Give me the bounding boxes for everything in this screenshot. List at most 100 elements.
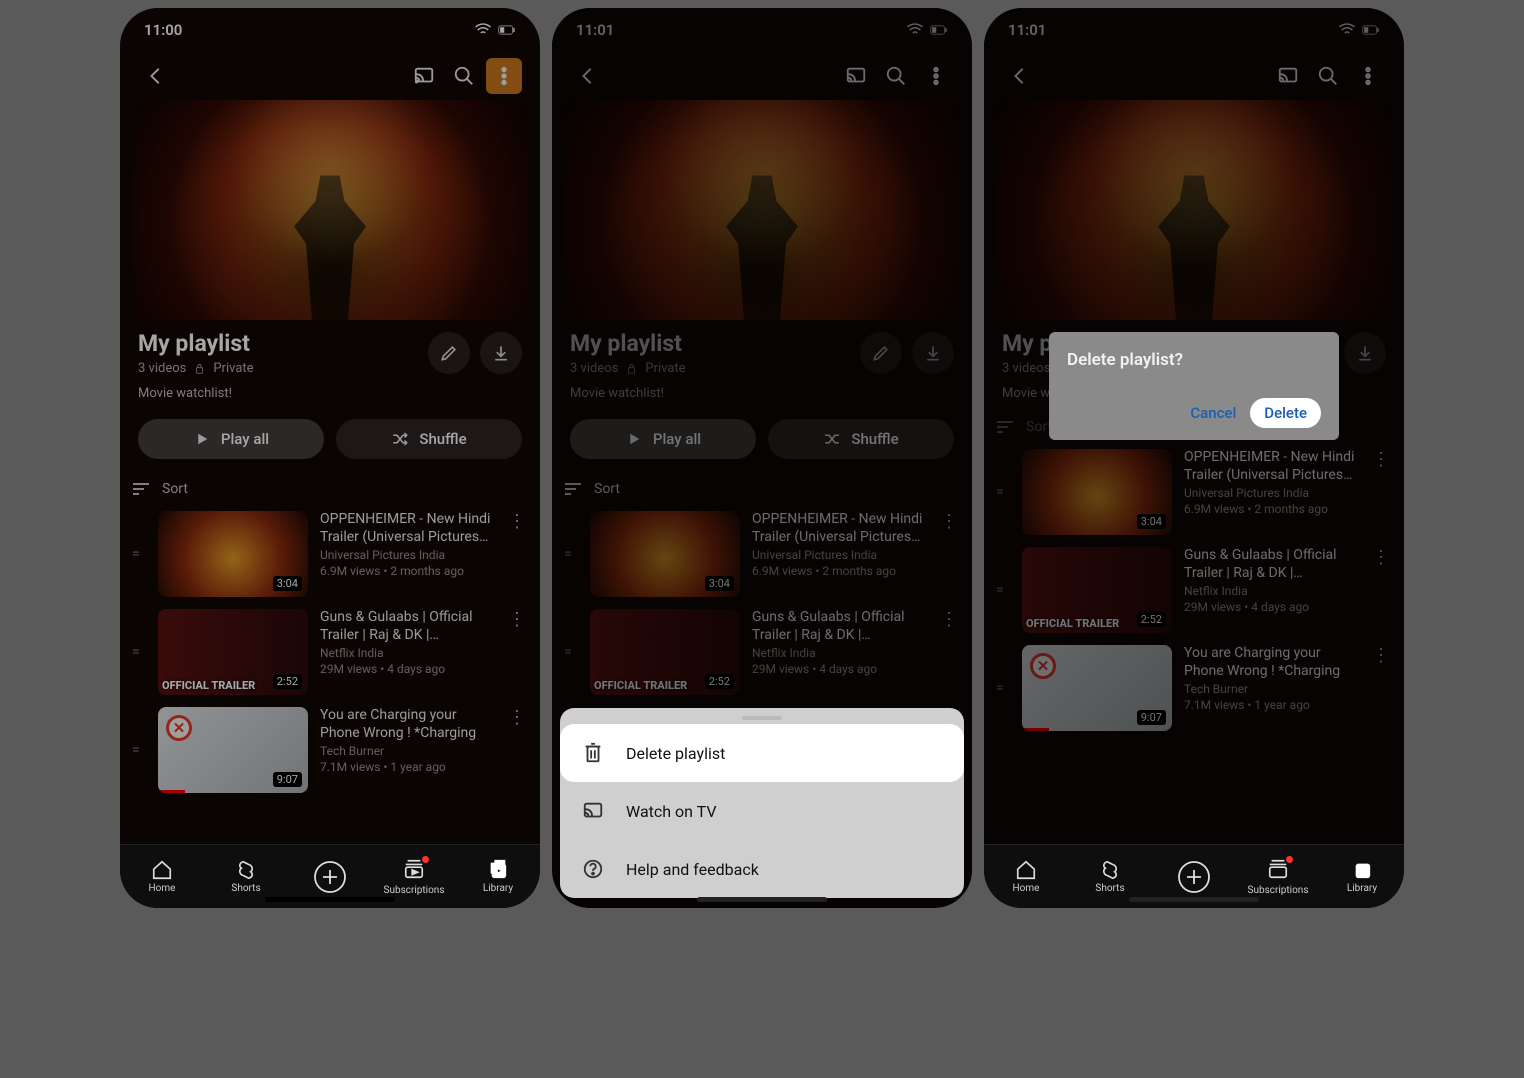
- cast-button[interactable]: [838, 58, 874, 94]
- library-icon: [1351, 859, 1373, 881]
- sort-icon: [564, 482, 582, 496]
- status-time: 11:01: [1008, 21, 1046, 39]
- search-button[interactable]: [446, 58, 482, 94]
- video-more-button[interactable]: ⋮: [938, 609, 960, 630]
- battery-icon: [930, 23, 948, 37]
- playlist-title: My playlist: [138, 330, 254, 357]
- sheet-help-feedback[interactable]: Help and feedback: [560, 840, 964, 898]
- list-item[interactable]: = OFFICIAL TRAILER2:52 Guns & Gulaabs | …: [988, 541, 1400, 639]
- download-icon: [923, 343, 943, 363]
- video-stats: 7.1M views • 1 year ago: [320, 760, 494, 774]
- video-channel: Universal Pictures India: [1184, 486, 1358, 500]
- sort-button[interactable]: Sort: [120, 473, 540, 505]
- video-more-button[interactable]: ⋮: [1370, 645, 1392, 666]
- more-vert-icon: [925, 65, 947, 87]
- drag-handle-icon[interactable]: =: [132, 747, 146, 753]
- more-button[interactable]: [1350, 58, 1386, 94]
- nav-library[interactable]: Library: [1320, 845, 1404, 908]
- search-button[interactable]: [1310, 58, 1346, 94]
- edit-button[interactable]: [428, 332, 470, 374]
- video-list: = 3:04 OPPENHEIMER - New Hindi Trailer (…: [984, 443, 1404, 737]
- shuffle-label: Shuffle: [851, 430, 898, 448]
- list-item[interactable]: = 3:04 OPPENHEIMER - New Hindi Trailer (…: [988, 443, 1400, 541]
- more-button[interactable]: [486, 58, 522, 94]
- sheet-watch-on-tv[interactable]: Watch on TV: [560, 782, 964, 840]
- sheet-item-label: Watch on TV: [626, 802, 717, 821]
- video-title: Guns & Gulaabs | Official Trailer | Raj …: [320, 609, 494, 644]
- nav-home[interactable]: Home: [984, 845, 1068, 908]
- sort-button[interactable]: Sort: [552, 473, 972, 505]
- sheet-handle[interactable]: [742, 716, 782, 720]
- shuffle-button[interactable]: Shuffle: [336, 419, 522, 459]
- drag-handle-icon[interactable]: =: [564, 649, 578, 655]
- drag-handle-icon[interactable]: =: [996, 587, 1010, 593]
- download-button[interactable]: [1344, 332, 1386, 374]
- video-thumbnail[interactable]: ✕ 9:07: [158, 707, 308, 793]
- video-title: Guns & Gulaabs | Official Trailer | Raj …: [752, 609, 926, 644]
- pencil-icon: [871, 343, 891, 363]
- video-stats: 29M views • 4 days ago: [1184, 600, 1358, 614]
- list-item[interactable]: = ✕ 9:07 You are Charging your Phone Wro…: [124, 701, 536, 799]
- video-thumbnail[interactable]: OFFICIAL TRAILER2:52: [1022, 547, 1172, 633]
- lock-icon: [626, 363, 637, 374]
- drag-handle-icon[interactable]: =: [132, 551, 146, 557]
- drag-handle-icon[interactable]: =: [996, 685, 1010, 691]
- video-thumbnail[interactable]: 3:04: [158, 511, 308, 597]
- play-all-button[interactable]: Play all: [570, 419, 756, 459]
- search-button[interactable]: [878, 58, 914, 94]
- status-bar: 11:00: [120, 8, 540, 52]
- video-thumbnail[interactable]: 3:04: [1022, 449, 1172, 535]
- help-icon: [582, 858, 604, 880]
- video-thumbnail[interactable]: 3:04: [590, 511, 740, 597]
- nav-library[interactable]: Library: [456, 845, 540, 908]
- home-indicator: [265, 897, 395, 902]
- video-thumbnail[interactable]: OFFICIAL TRAILER 2:52: [158, 609, 308, 695]
- download-button[interactable]: [912, 332, 954, 374]
- play-all-label: Play all: [653, 430, 701, 448]
- video-more-button[interactable]: ⋮: [506, 511, 528, 532]
- shuffle-button[interactable]: Shuffle: [768, 419, 954, 459]
- nav-home[interactable]: Home: [120, 845, 204, 908]
- video-title: Guns & Gulaabs | Official Trailer | Raj …: [1184, 547, 1358, 582]
- video-more-button[interactable]: ⋮: [938, 511, 960, 532]
- drag-handle-icon[interactable]: =: [564, 551, 578, 557]
- subscriptions-icon: [1267, 858, 1289, 880]
- video-more-button[interactable]: ⋮: [1370, 547, 1392, 568]
- drag-handle-icon[interactable]: =: [132, 649, 146, 655]
- video-stats: 6.9M views • 2 months ago: [320, 564, 494, 578]
- more-button[interactable]: [918, 58, 954, 94]
- home-indicator: [697, 897, 827, 902]
- toolbar: [996, 52, 1392, 100]
- video-duration: 3:04: [1137, 514, 1166, 529]
- video-duration: 2:52: [1137, 612, 1166, 627]
- list-item[interactable]: = ✕9:07 You are Charging your Phone Wron…: [988, 639, 1400, 737]
- sheet-delete-playlist[interactable]: Delete playlist: [560, 724, 964, 782]
- video-stats: 29M views • 4 days ago: [320, 662, 494, 676]
- video-thumbnail[interactable]: OFFICIAL TRAILER2:52: [590, 609, 740, 695]
- nav-label: Subscriptions: [1248, 885, 1309, 896]
- list-item[interactable]: = 3:04 OPPENHEIMER - New Hindi Trailer (…: [124, 505, 536, 603]
- download-icon: [491, 343, 511, 363]
- back-button[interactable]: [570, 58, 606, 94]
- drag-handle-icon[interactable]: =: [996, 489, 1010, 495]
- edit-button[interactable]: [860, 332, 902, 374]
- video-channel: Netflix India: [1184, 584, 1358, 598]
- list-item[interactable]: = OFFICIAL TRAILER2:52 Guns & Gulaabs | …: [556, 603, 968, 701]
- video-thumbnail[interactable]: ✕9:07: [1022, 645, 1172, 731]
- cast-icon: [1277, 65, 1299, 87]
- cast-button[interactable]: [406, 58, 442, 94]
- list-item[interactable]: = 3:04 OPPENHEIMER - New Hindi Trailer (…: [556, 505, 968, 603]
- list-item[interactable]: = OFFICIAL TRAILER 2:52 Guns & Gulaabs |…: [124, 603, 536, 701]
- play-all-button[interactable]: Play all: [138, 419, 324, 459]
- download-button[interactable]: [480, 332, 522, 374]
- video-more-button[interactable]: ⋮: [506, 707, 528, 728]
- screen-playlist: 11:00: [120, 8, 540, 908]
- video-more-button[interactable]: ⋮: [1370, 449, 1392, 470]
- back-button[interactable]: [1002, 58, 1038, 94]
- back-button[interactable]: [138, 58, 174, 94]
- cast-button[interactable]: [1270, 58, 1306, 94]
- shuffle-icon: [823, 430, 841, 448]
- video-more-button[interactable]: ⋮: [506, 609, 528, 630]
- dialog-delete-button[interactable]: Delete: [1250, 398, 1321, 428]
- dialog-cancel-button[interactable]: Cancel: [1190, 404, 1236, 422]
